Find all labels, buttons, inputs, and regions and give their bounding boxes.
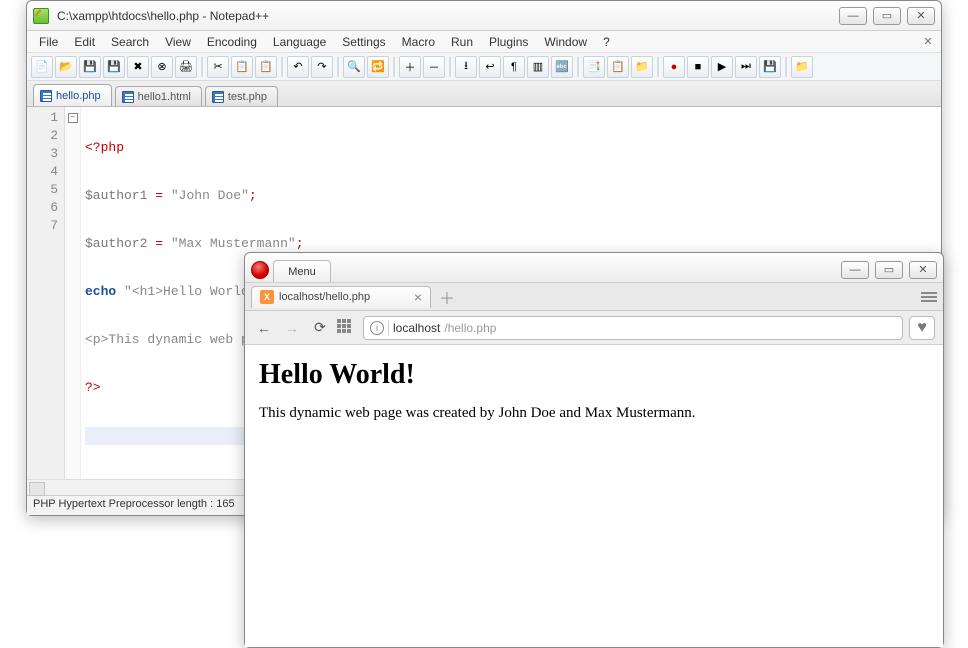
lang-icon[interactable]: 🔤 (551, 56, 573, 78)
menu-encoding[interactable]: Encoding (199, 33, 265, 51)
browser-tab-title: localhost/hello.php (279, 291, 370, 303)
maximize-button[interactable]: ▭ (873, 7, 901, 25)
menu-edit[interactable]: Edit (66, 33, 103, 51)
close-all-icon[interactable]: ⊗ (151, 56, 173, 78)
toggle-icon[interactable]: ⭳ (455, 56, 477, 78)
new-file-icon[interactable]: 📄 (31, 56, 53, 78)
paste-icon[interactable]: 📋 (255, 56, 277, 78)
menu-search[interactable]: Search (103, 33, 157, 51)
extra-icon[interactable]: 📁 (791, 56, 813, 78)
file-tab-test-php[interactable]: test.php (205, 86, 278, 106)
func-list-icon[interactable]: 📋 (607, 56, 629, 78)
file-icon (122, 91, 134, 103)
menu-help[interactable]: ? (595, 33, 618, 51)
folder-icon[interactable]: 📁 (631, 56, 653, 78)
menubar-close-icon[interactable]: ✕ (919, 35, 937, 49)
file-icon (212, 91, 224, 103)
file-tab-label: test.php (228, 91, 267, 103)
save-icon[interactable]: 💾 (79, 56, 101, 78)
file-icon (40, 90, 52, 102)
url-host: localhost (393, 321, 440, 335)
save-all-icon[interactable]: 💾 (103, 56, 125, 78)
notepad-menubar: File Edit Search View Encoding Language … (27, 31, 941, 53)
guide-icon[interactable]: ▥ (527, 56, 549, 78)
browser-maximize-button[interactable]: ▭ (875, 261, 903, 279)
notepad-tabs: hello.php hello1.html test.php (27, 81, 941, 107)
file-tab-label: hello1.html (138, 91, 191, 103)
url-path: /hello.php (444, 321, 496, 335)
browser-toolbar: ← → ⟳ i localhost/hello.php ♥ (245, 311, 943, 345)
open-file-icon[interactable]: 📂 (55, 56, 77, 78)
menu-view[interactable]: View (157, 33, 199, 51)
copy-icon[interactable]: 📋 (231, 56, 253, 78)
browser-tabbar: X localhost/hello.php × ＋ (245, 283, 943, 311)
line-number-gutter: 1 2 3 4 5 6 7 (27, 107, 65, 479)
tab-menu-icon[interactable] (921, 292, 937, 302)
menu-plugins[interactable]: Plugins (481, 33, 536, 51)
reload-button[interactable]: ⟳ (309, 317, 331, 339)
notepad-titlebar: C:\xampp\htdocs\hello.php - Notepad++ — … (27, 1, 941, 31)
forward-button[interactable]: → (281, 317, 303, 339)
menu-file[interactable]: File (31, 33, 66, 51)
play-icon[interactable]: ▶ (711, 56, 733, 78)
notepad-title-text: C:\xampp\htdocs\hello.php - Notepad++ (53, 9, 839, 23)
file-tab-label: hello.php (56, 90, 101, 102)
bookmark-button[interactable]: ♥ (909, 316, 935, 340)
browser-window: Menu — ▭ ✕ X localhost/hello.php × ＋ ← →… (244, 252, 944, 648)
page-heading: Hello World! (259, 359, 929, 391)
menu-window[interactable]: Window (536, 33, 595, 51)
speed-dial-icon[interactable] (337, 319, 357, 337)
save-macro-icon[interactable]: 💾 (759, 56, 781, 78)
print-icon[interactable]: 🖨 (175, 56, 197, 78)
page-paragraph: This dynamic web page was created by Joh… (259, 405, 929, 422)
new-tab-button[interactable]: ＋ (431, 285, 463, 309)
file-tab-hello1-html[interactable]: hello1.html (115, 86, 202, 106)
play-multi-icon[interactable]: ⏭ (735, 56, 757, 78)
stop-icon[interactable]: ■ (687, 56, 709, 78)
notepad-app-icon (33, 8, 49, 24)
fold-toggle-icon[interactable]: − (68, 113, 78, 123)
opera-icon (251, 261, 269, 279)
notepad-toolbar: 📄 📂 💾 💾 ✖ ⊗ 🖨 ✂ 📋 📋 ↶ ↷ 🔍 🔁 ＋ － ⭳ ↩ ¶ ▥ … (27, 53, 941, 81)
doc-map-icon[interactable]: 📑 (583, 56, 605, 78)
browser-menu-button[interactable]: Menu (273, 260, 331, 282)
browser-close-button[interactable]: ✕ (909, 261, 937, 279)
close-button[interactable]: ✕ (907, 7, 935, 25)
fold-column[interactable]: − (65, 107, 81, 479)
show-chars-icon[interactable]: ¶ (503, 56, 525, 78)
minimize-button[interactable]: — (839, 7, 867, 25)
menu-settings[interactable]: Settings (334, 33, 393, 51)
menu-language[interactable]: Language (265, 33, 334, 51)
browser-titlebar: Menu — ▭ ✕ (245, 253, 943, 283)
site-info-icon[interactable]: i (370, 321, 384, 335)
cut-icon[interactable]: ✂ (207, 56, 229, 78)
zoom-out-icon[interactable]: － (423, 56, 445, 78)
undo-icon[interactable]: ↶ (287, 56, 309, 78)
menu-macro[interactable]: Macro (394, 33, 443, 51)
file-tab-hello-php[interactable]: hello.php (33, 84, 112, 106)
wrap-icon[interactable]: ↩ (479, 56, 501, 78)
find-icon[interactable]: 🔍 (343, 56, 365, 78)
status-text: PHP Hypertext Preprocessor length : 165 (33, 498, 235, 510)
replace-icon[interactable]: 🔁 (367, 56, 389, 78)
menu-run[interactable]: Run (443, 33, 481, 51)
redo-icon[interactable]: ↷ (311, 56, 333, 78)
browser-minimize-button[interactable]: — (841, 261, 869, 279)
xampp-favicon: X (260, 290, 274, 304)
page-content: Hello World! This dynamic web page was c… (245, 345, 943, 647)
close-file-icon[interactable]: ✖ (127, 56, 149, 78)
tab-close-icon[interactable]: × (414, 289, 422, 305)
zoom-in-icon[interactable]: ＋ (399, 56, 421, 78)
address-bar[interactable]: i localhost/hello.php (363, 316, 903, 340)
record-icon[interactable]: ● (663, 56, 685, 78)
back-button[interactable]: ← (253, 317, 275, 339)
browser-page-tab[interactable]: X localhost/hello.php × (251, 286, 431, 308)
